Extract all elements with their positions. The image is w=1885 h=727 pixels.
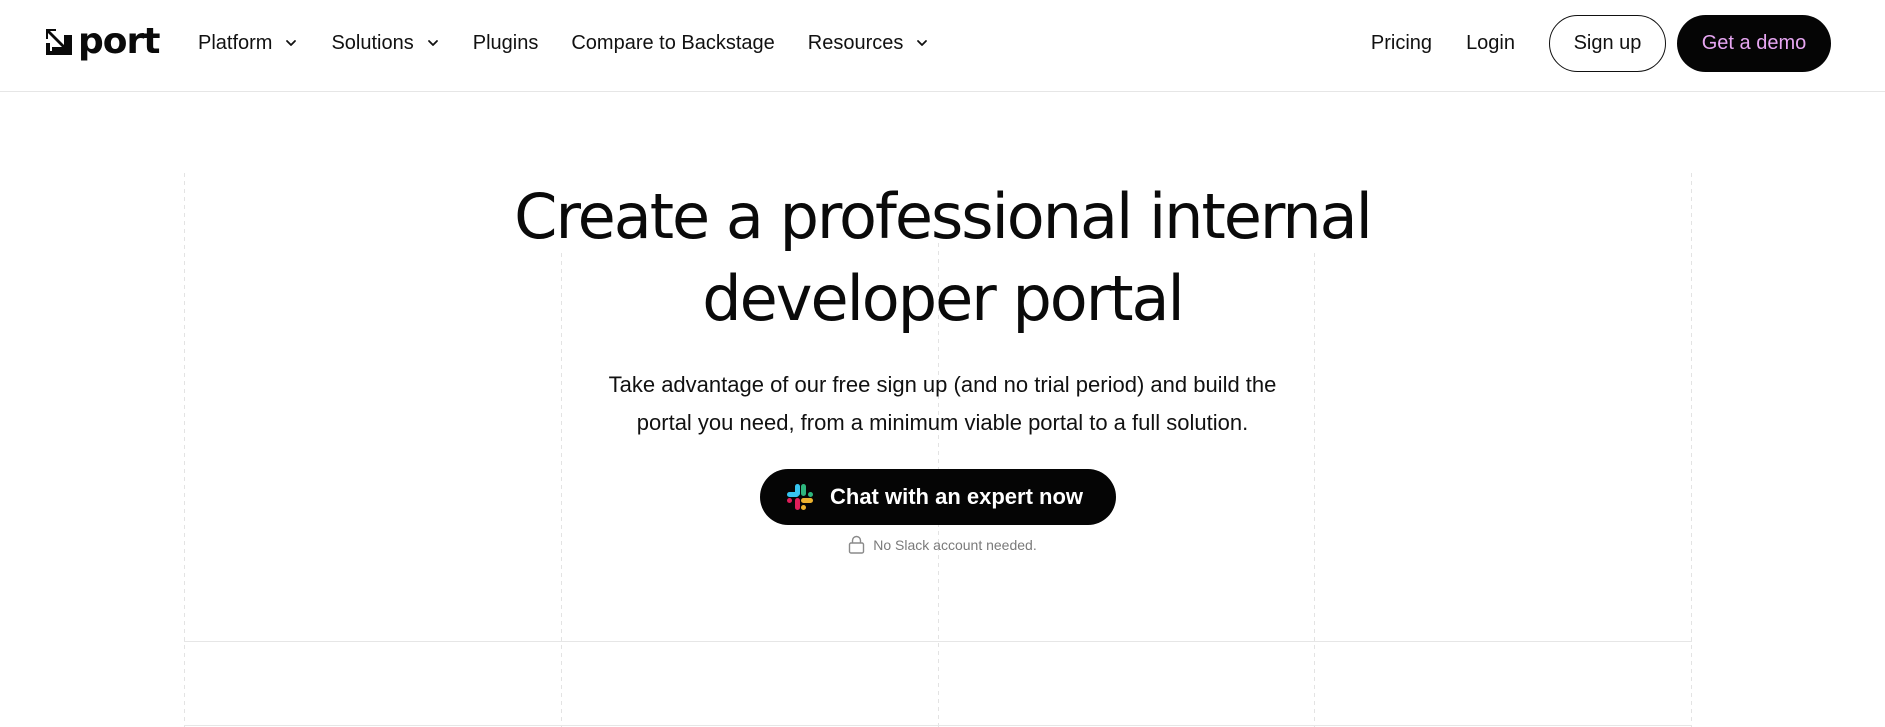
nav-solutions-label: Solutions bbox=[331, 31, 414, 54]
nav-plugins-label: Plugins bbox=[472, 31, 539, 54]
get-demo-button[interactable]: Get a demo bbox=[1677, 14, 1831, 72]
lock-icon bbox=[849, 535, 865, 554]
nav-compare-backstage[interactable]: Compare to Backstage bbox=[571, 32, 774, 55]
hero-title-line1: Create a professional internal bbox=[514, 180, 1373, 253]
nav-compare-label: Compare to Backstage bbox=[571, 31, 775, 54]
chevron-down-icon bbox=[427, 40, 438, 46]
hero-subtitle-line1: Take advantage of our free sign up (and … bbox=[608, 372, 1277, 397]
logo-text: port bbox=[78, 21, 160, 62]
hero-subtitle: Take advantage of our free sign up (and … bbox=[0, 366, 1885, 442]
hero-title: Create a professional internal developer… bbox=[0, 176, 1885, 340]
hero-title-line2: developer portal bbox=[702, 262, 1184, 335]
slack-note-text: No Slack account needed. bbox=[873, 536, 1037, 553]
main-nav: Platform Solutions Plugins Compare to Ba… bbox=[198, 28, 962, 58]
port-logo[interactable]: port bbox=[44, 21, 160, 62]
nav-solutions[interactable]: Solutions bbox=[331, 32, 439, 55]
nav-resources[interactable]: Resources bbox=[808, 32, 930, 55]
port-logo-icon bbox=[46, 29, 72, 55]
site-header: port Platform Solutions Plugins Compare … bbox=[0, 0, 1885, 92]
chevron-down-icon bbox=[917, 40, 928, 46]
chat-button-label: Chat with an expert now bbox=[830, 484, 1084, 509]
hero-subtitle-line2: portal you need, from a minimum viable p… bbox=[636, 410, 1249, 435]
nav-platform[interactable]: Platform bbox=[198, 32, 298, 55]
header-actions: Pricing Login Sign up Get a demo bbox=[1371, 14, 1831, 72]
slack-icon bbox=[787, 484, 813, 510]
pricing-link[interactable]: Pricing bbox=[1371, 32, 1432, 55]
chat-with-expert-button[interactable]: Chat with an expert now bbox=[760, 469, 1116, 525]
nav-platform-label: Platform bbox=[198, 31, 273, 54]
nav-plugins[interactable]: Plugins bbox=[473, 32, 539, 55]
chevron-down-icon bbox=[286, 40, 297, 46]
login-link[interactable]: Login bbox=[1466, 32, 1515, 55]
signup-button[interactable]: Sign up bbox=[1549, 14, 1666, 72]
slack-note: No Slack account needed. bbox=[0, 535, 1885, 554]
nav-resources-label: Resources bbox=[807, 31, 904, 54]
